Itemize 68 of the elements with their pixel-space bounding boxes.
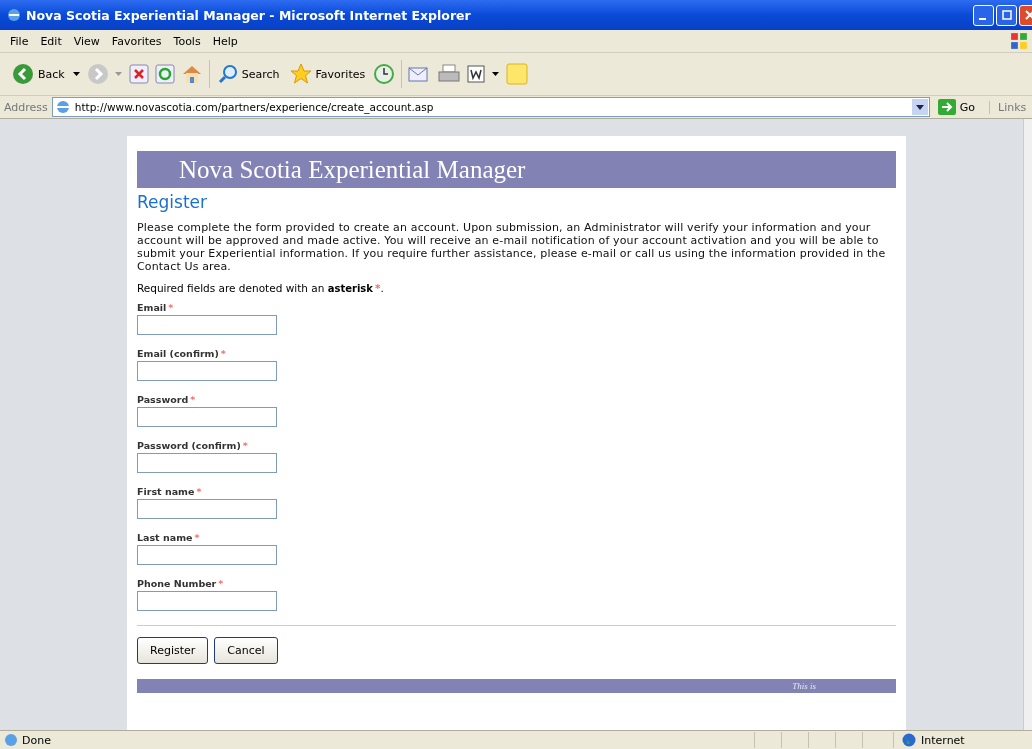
input-field[interactable] bbox=[137, 315, 277, 335]
field-label: Last name bbox=[137, 532, 193, 543]
word-icon[interactable] bbox=[466, 64, 487, 84]
star-icon bbox=[289, 63, 312, 85]
history-icon[interactable] bbox=[373, 63, 396, 85]
arrow-icon bbox=[937, 99, 956, 115]
search-button[interactable]: Search bbox=[215, 64, 282, 84]
status-text: Done bbox=[22, 733, 51, 747]
forward-icon[interactable] bbox=[86, 63, 109, 85]
minimize-button[interactable] bbox=[973, 4, 994, 26]
input-field[interactable] bbox=[137, 453, 277, 473]
refresh-icon[interactable] bbox=[154, 64, 175, 84]
required-asterisk: * bbox=[242, 440, 248, 451]
caret-icon[interactable] bbox=[492, 71, 501, 77]
close-icon bbox=[1024, 10, 1032, 20]
required-asterisk: * bbox=[218, 578, 224, 589]
input-field[interactable] bbox=[137, 499, 277, 519]
register-button[interactable]: Register bbox=[137, 637, 209, 664]
input-field[interactable] bbox=[137, 407, 277, 427]
required-asterisk: * bbox=[374, 282, 381, 294]
note-period: . bbox=[380, 282, 384, 294]
field-label: Email bbox=[137, 302, 167, 313]
caret-icon[interactable] bbox=[72, 71, 81, 77]
field-label: Email (confirm) bbox=[137, 348, 219, 359]
field-label: Phone Number bbox=[137, 578, 217, 589]
intro-paragraph: Please complete the form provided to create an account. Upon submission, an Administrator will verify your information and your account will be approved and made active. You will receive an e-mail notification of your account activation and you will be able to submit your Experiential information. If you require further assistance, please e-mail or call us using the information provided in the Contact Us area. bbox=[137, 221, 887, 273]
browser-icon bbox=[6, 7, 22, 23]
site-banner: Nova Scotia Experiential Manager bbox=[137, 151, 896, 188]
zone-text: Internet bbox=[921, 733, 965, 747]
minimize-icon bbox=[979, 18, 986, 20]
address-label: Address bbox=[4, 100, 48, 114]
required-asterisk: * bbox=[168, 302, 174, 313]
menu-item[interactable]: Favorites bbox=[105, 34, 168, 48]
cancel-button[interactable]: Cancel bbox=[214, 637, 278, 664]
dropdown-icon[interactable] bbox=[911, 99, 928, 115]
maximize-button[interactable] bbox=[996, 4, 1017, 26]
search-icon bbox=[217, 64, 238, 84]
menu-item[interactable]: File bbox=[4, 34, 35, 48]
field-label: Password bbox=[137, 394, 189, 405]
footer-text: This is bbox=[792, 681, 816, 691]
menu-item[interactable]: Help bbox=[206, 34, 244, 48]
maximize-icon bbox=[1001, 10, 1012, 20]
back-button[interactable]: Back bbox=[10, 63, 67, 85]
page-heading: Register bbox=[137, 192, 208, 212]
input-field[interactable] bbox=[137, 591, 277, 611]
required-asterisk: * bbox=[194, 532, 200, 543]
printer-icon[interactable] bbox=[438, 64, 461, 84]
address-field[interactable]: http://www.novascotia.com/partners/experience/create_account.asp bbox=[51, 97, 930, 117]
page-icon bbox=[4, 733, 18, 747]
required-asterisk: * bbox=[196, 486, 202, 497]
menu-item[interactable]: Tools bbox=[167, 34, 207, 48]
field-label: First name bbox=[137, 486, 195, 497]
field-label: Password (confirm) bbox=[137, 440, 241, 451]
stop-icon[interactable] bbox=[128, 64, 149, 84]
links-label[interactable]: Links bbox=[989, 100, 1028, 114]
windows-logo-icon bbox=[1010, 32, 1028, 50]
input-field[interactable] bbox=[137, 361, 277, 381]
menu-item[interactable]: View bbox=[67, 34, 106, 48]
required-asterisk: * bbox=[220, 348, 226, 359]
page-icon bbox=[54, 99, 71, 115]
menu-item[interactable]: Edit bbox=[34, 34, 68, 48]
required-asterisk: * bbox=[190, 394, 196, 405]
required-note: Required fields are denoted with an asterisk bbox=[137, 282, 373, 294]
window-title: Nova Scotia Experiential Manager - Microsoft Internet Explorer bbox=[26, 7, 471, 23]
globe-icon bbox=[902, 733, 916, 747]
favorites-button[interactable]: Favorites bbox=[287, 63, 368, 85]
go-button[interactable]: Go bbox=[933, 99, 985, 115]
input-field[interactable] bbox=[137, 545, 277, 565]
